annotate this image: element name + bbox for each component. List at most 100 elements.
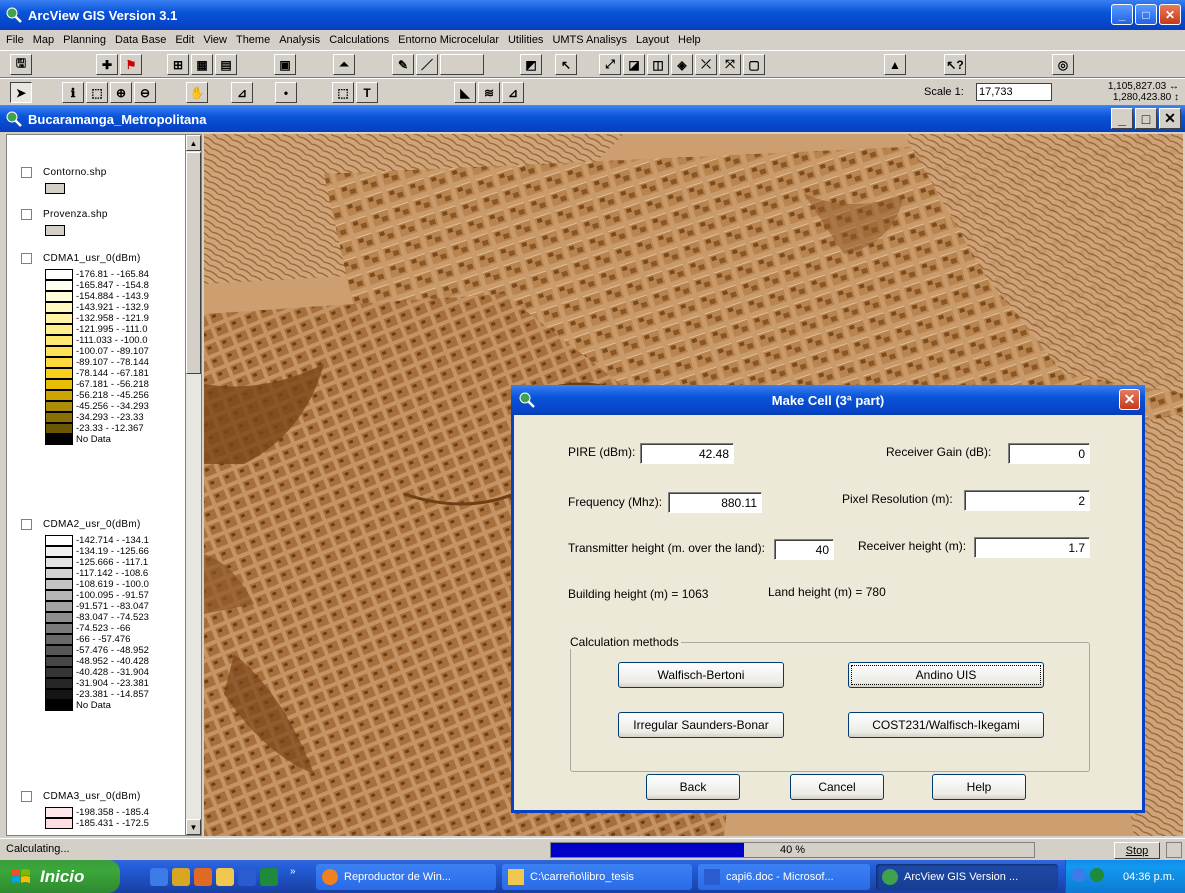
toc-scrollbar[interactable]: ▲ ▼ xyxy=(185,135,201,835)
add-theme-icon[interactable]: ✚ xyxy=(96,54,118,75)
page-icon[interactable]: ▢ xyxy=(743,54,765,75)
tray-network-icon[interactable] xyxy=(1090,868,1104,882)
legend-class[interactable]: -142.714 - -134.1 xyxy=(45,535,149,546)
legend-class[interactable]: -74.523 - -66 xyxy=(45,623,130,634)
legend-class[interactable]: -45.256 - -34.293 xyxy=(45,401,149,412)
draw-point-icon[interactable]: ✎ xyxy=(392,54,414,75)
table-view-icon[interactable]: ▦ xyxy=(191,54,213,75)
walfisch-bertoni-button[interactable]: Walfisch-Bertoni xyxy=(618,662,784,688)
legend-class[interactable]: -132.958 - -121.9 xyxy=(45,313,149,324)
menu-planning[interactable]: Planning xyxy=(63,34,106,46)
profile-icon[interactable]: ⊿ xyxy=(502,82,524,103)
diamond-icon[interactable]: ◈ xyxy=(671,54,693,75)
clock[interactable]: 04:36 p.m. xyxy=(1123,871,1175,883)
zoom-out-icon[interactable]: ⊖ xyxy=(134,82,156,103)
folder-icon[interactable] xyxy=(216,868,234,886)
cancel-button[interactable]: Cancel xyxy=(790,774,884,800)
menu-entorno-microcelular[interactable]: Entorno Microcelular xyxy=(398,34,499,46)
stop-button[interactable]: Stop xyxy=(1114,842,1160,859)
blank-tool-icon[interactable] xyxy=(440,54,484,75)
surface-icon[interactable]: ≋ xyxy=(478,82,500,103)
menu-umts-analisys[interactable]: UMTS Analisys xyxy=(552,34,627,46)
ie-icon[interactable] xyxy=(150,868,168,886)
legend-class[interactable]: -83.047 - -74.523 xyxy=(45,612,149,623)
menu-analysis[interactable]: Analysis xyxy=(279,34,320,46)
tray-arrow-icon[interactable] xyxy=(1072,868,1086,882)
menu-help[interactable]: Help xyxy=(678,34,701,46)
minimize-button[interactable]: _ xyxy=(1111,4,1133,25)
legend-editor-icon[interactable]: ▤ xyxy=(215,54,237,75)
legend-class[interactable]: -57.476 - -48.952 xyxy=(45,645,149,656)
legend-class[interactable]: -185.431 - -172.5 xyxy=(45,818,149,829)
edit-polygon-icon[interactable]: ◫ xyxy=(647,54,669,75)
andino-uis-button[interactable]: Andino UIS xyxy=(848,662,1044,688)
rx-height-field[interactable]: 1.7 xyxy=(974,537,1090,558)
legend-class[interactable]: -56.218 - -45.256 xyxy=(45,390,149,401)
legend-class[interactable]: -108.619 - -100.0 xyxy=(45,579,149,590)
zoom-in-fixed-icon[interactable]: ⤫ xyxy=(695,54,717,75)
legend-class[interactable]: -89.107 - -78.144 xyxy=(45,357,149,368)
legend-class[interactable]: -198.358 - -185.4 xyxy=(45,807,149,818)
legend-class[interactable]: -67.181 - -56.218 xyxy=(45,379,149,390)
legend-class[interactable]: No Data xyxy=(45,700,111,711)
menu-theme[interactable]: Theme xyxy=(236,34,270,46)
firefox-icon[interactable] xyxy=(194,868,212,886)
pan-hand-icon[interactable]: ✋ xyxy=(186,82,208,103)
chevron-right-icon[interactable]: » xyxy=(290,866,302,884)
task-media-player[interactable]: Reproductor de Win... xyxy=(316,864,496,890)
legend-class[interactable]: -100.07 - -89.107 xyxy=(45,346,149,357)
frequency-field[interactable]: 880.11 xyxy=(668,492,762,513)
menu-utilities[interactable]: Utilities xyxy=(508,34,543,46)
legend-class[interactable]: -34.293 - -23.33 xyxy=(45,412,144,423)
irregular-saunders-bonar-button[interactable]: Irregular Saunders-Bonar xyxy=(618,712,784,738)
locate-icon[interactable]: ◎ xyxy=(1052,54,1074,75)
draw-line-icon[interactable]: ／ xyxy=(416,54,438,75)
dialog-close-icon[interactable]: ✕ xyxy=(1119,389,1140,410)
cost231-walfisch-ikegami-button[interactable]: COST231/Walfisch-Ikegami xyxy=(848,712,1044,738)
layout-icon[interactable]: ▣ xyxy=(274,54,296,75)
menu-view[interactable]: View xyxy=(203,34,227,46)
menu-layout[interactable]: Layout xyxy=(636,34,669,46)
view-minimize-button[interactable]: _ xyxy=(1111,108,1133,129)
legend-class[interactable]: -134.19 - -125.66 xyxy=(45,546,149,557)
area-tool-icon[interactable]: ⬚ xyxy=(332,82,354,103)
legend-class[interactable]: -154.884 - -143.9 xyxy=(45,291,149,302)
select-pointer-icon[interactable]: ➤ xyxy=(10,82,32,103)
theme-properties-icon[interactable]: ⚑ xyxy=(120,54,142,75)
point-tool-icon[interactable]: • xyxy=(275,82,297,103)
scroll-thumb[interactable] xyxy=(186,152,201,374)
pointer-select-icon[interactable]: ↖ xyxy=(555,54,577,75)
scale-input[interactable]: 17,733 xyxy=(976,83,1052,101)
view-close-button[interactable]: ✕ xyxy=(1159,108,1181,129)
legend-class[interactable]: -23.381 - -14.857 xyxy=(45,689,149,700)
view-maximize-button[interactable]: □ xyxy=(1135,108,1157,129)
bring-to-front-icon[interactable]: ⏶ xyxy=(333,54,355,75)
back-button[interactable]: Back xyxy=(646,774,740,800)
theme-checkbox[interactable] xyxy=(21,253,32,264)
task-explorer[interactable]: C:\carreño\libro_tesis xyxy=(502,864,692,890)
legend-class[interactable]: -48.952 - -40.428 xyxy=(45,656,149,667)
identify-icon[interactable]: ℹ xyxy=(62,82,84,103)
media-icon[interactable] xyxy=(172,868,190,886)
scroll-up-arrow-icon[interactable]: ▲ xyxy=(186,135,201,151)
menu-database[interactable]: Data Base xyxy=(115,34,166,46)
legend-class[interactable]: -100.095 - -91.57 xyxy=(45,590,149,601)
theme-checkbox[interactable] xyxy=(21,209,32,220)
theme-checkbox[interactable] xyxy=(21,167,32,178)
open-table-icon[interactable]: ⊞ xyxy=(167,54,189,75)
legend-class[interactable]: -23.33 - -12.367 xyxy=(45,423,144,434)
task-word[interactable]: capi6.doc - Microsof... xyxy=(698,864,870,890)
measure-icon[interactable]: ⤢ xyxy=(599,54,621,75)
scroll-down-arrow-icon[interactable]: ▼ xyxy=(186,819,201,835)
zoom-in-icon[interactable]: ⊕ xyxy=(110,82,132,103)
help-button[interactable]: Help xyxy=(932,774,1026,800)
chart-icon[interactable]: ◩ xyxy=(520,54,542,75)
legend-class[interactable]: -78.144 - -67.181 xyxy=(45,368,149,379)
menu-map[interactable]: Map xyxy=(33,34,54,46)
legend-class[interactable]: -125.666 - -117.1 xyxy=(45,557,148,568)
legend-class[interactable]: -91.571 - -83.047 xyxy=(45,601,149,612)
legend-class[interactable]: No Data xyxy=(45,434,111,445)
menu-calculations[interactable]: Calculations xyxy=(329,34,389,46)
help-pointer-icon[interactable]: ↖? xyxy=(944,54,966,75)
legend-class[interactable]: -176.81 - -165.84 xyxy=(45,269,149,280)
